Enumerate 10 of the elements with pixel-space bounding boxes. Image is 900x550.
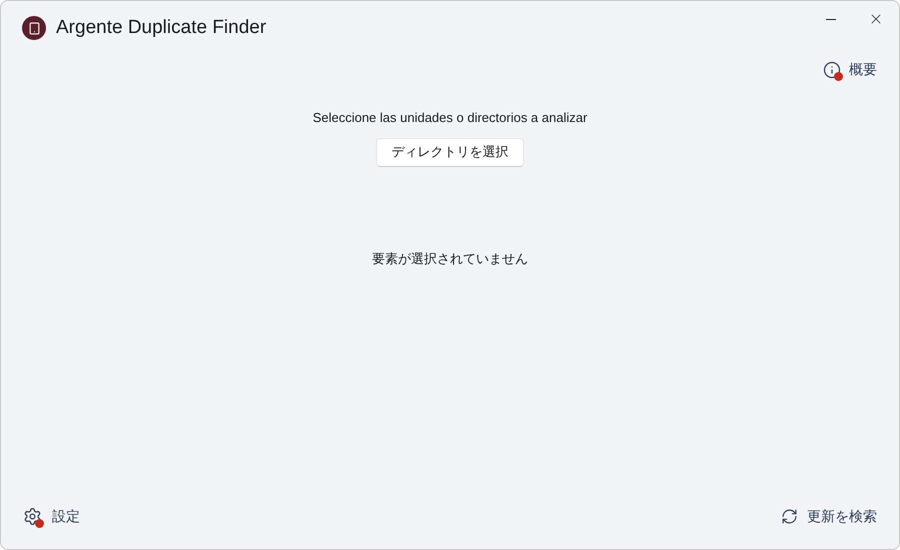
refresh-icon xyxy=(781,508,798,525)
about-link[interactable]: 概要 xyxy=(823,59,877,80)
prompt-text: Seleccione las unidades o directorios a analizar xyxy=(312,109,588,127)
settings-link[interactable]: 設定 xyxy=(23,506,80,527)
select-directory-button[interactable]: ディレクトリを選択 xyxy=(376,138,524,166)
minimize-icon xyxy=(826,18,836,20)
empty-message: 要素が選択されていません xyxy=(372,250,528,268)
app-logo-icon xyxy=(22,16,46,40)
check-updates-link[interactable]: 更新を検索 xyxy=(781,506,877,527)
window-title: Argente Duplicate Finder xyxy=(56,16,266,40)
